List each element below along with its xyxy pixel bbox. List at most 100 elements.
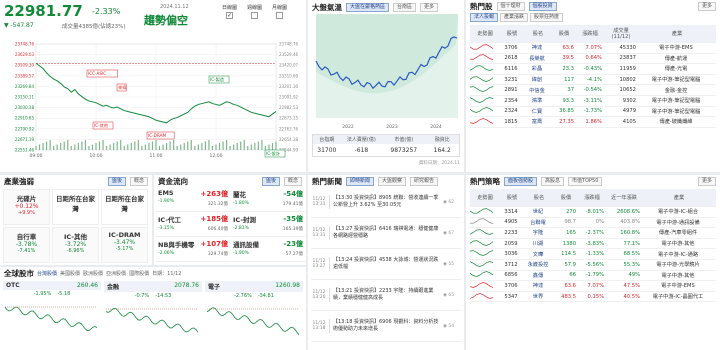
hot-row[interactable]: 2891 中信金 37 -0.54% 10652 金融-金控: [470, 85, 716, 96]
hot-row[interactable]: 6116 彩晶 23.3 -0.43% 11959 傳產-光電: [470, 64, 716, 75]
mood-tab-1[interactable]: 台南區: [393, 2, 417, 12]
hot-cell[interactable]: 2354: [500, 98, 524, 104]
flow-item[interactable]: 蘭花 -54億 -1.80% 179.41億: [231, 188, 305, 212]
news-item[interactable]: 11/12 13:18 【13:18 投資快訊】6906 現觀科：資料分析技術優勢助…: [311, 311, 461, 342]
industry-tab-1[interactable]: 概念: [129, 176, 148, 186]
news-item[interactable]: 11/12 13:27 【13:24 投資快訊】4538 大詠城：營運狀況跌逾低檔 ◉…: [311, 249, 461, 280]
hot-row[interactable]: 2354 鴻準 93.3 -3.11% 9302 電子中游-筆記型電腦: [470, 96, 716, 107]
global-tab-0[interactable]: 台灣股價: [37, 270, 57, 277]
strat-cell[interactable]: 3314: [500, 209, 524, 215]
strat-cell[interactable]: 3036: [500, 251, 524, 257]
news-headline[interactable]: 【13:27 投資快訊】6416 瑞祺電通：穩健健康各網路經營穩路: [329, 226, 441, 240]
hot-more[interactable]: 更多: [697, 1, 716, 11]
strat-row[interactable]: 3036 文曄 114.5 -1.33% 68.5% 電子中游-IC-通路: [470, 249, 716, 260]
hot-cell[interactable]: 6116: [500, 66, 524, 72]
global-tab-4[interactable]: 國際股價: [129, 270, 149, 277]
news-item[interactable]: 11/12 13:20 【13:21 投資快訊】2233 宇隆：持續跟進業績，業績穩…: [311, 280, 461, 311]
flow-item[interactable]: IC-封測 -35億 -2.81% 165.39億: [231, 213, 305, 237]
strat-cell[interactable]: 3706: [500, 283, 524, 289]
strat-row[interactable]: 2233 宇隆 165 -2.37% 160.8% 傳產-汽車零組件: [470, 228, 716, 239]
strat-cell[interactable]: 宇隆: [524, 229, 554, 236]
mood-tab-0[interactable]: 大盤在嚴格熱區: [346, 2, 390, 12]
strat-row[interactable]: 3706 神達 63.6 7.07% 47.5% 電子中游-EMS: [470, 281, 716, 292]
global-card[interactable]: OTC 260.46 -1.95% -5.18: [3, 281, 101, 343]
flow-tab-0[interactable]: 盤後: [261, 176, 280, 186]
strat-cell[interactable]: 6856: [500, 272, 524, 278]
industry-card[interactable]: 日距所在台家灣: [52, 189, 99, 225]
news-tab-1[interactable]: 大盤觀察: [378, 176, 407, 186]
news-headline[interactable]: 【13:30 投資快訊】8905 統聯：營收連續一季公新營上升 3.62% 至3…: [329, 195, 441, 209]
strat-cell[interactable]: 4905: [500, 219, 524, 225]
strat-cell[interactable]: 川湖: [524, 240, 554, 247]
news-headline[interactable]: 【13:24 投資快訊】4538 大詠城：營運狀況跌逾低檔: [329, 257, 441, 271]
strat-row[interactable]: 4905 台聯電 98.7 0% 403.8% 電子中游-通訊設備: [470, 218, 716, 229]
hot-cell[interactable]: 富喬: [524, 118, 552, 125]
news-tab-2[interactable]: 研究報告: [410, 176, 439, 186]
news-headline[interactable]: 【13:21 投資快訊】2233 宇隆：持續跟進業績，業績穩健健高成長: [329, 288, 441, 302]
hot-cell[interactable]: 緯創: [524, 76, 552, 83]
hot-sub-2[interactable]: 股票狂熱度: [530, 13, 564, 22]
period-weekly[interactable]: 週線圖: [247, 4, 262, 19]
hot-tab-1[interactable]: 個股投資: [528, 1, 557, 11]
strat-row[interactable]: 3712 永崴投控 57.9 -5.56% 55.3% 電子中游-光學鏡片: [470, 260, 716, 271]
hot-cell[interactable]: 1815: [500, 119, 524, 125]
hot-cell[interactable]: 鴻準: [524, 97, 552, 104]
hot-cell[interactable]: 3231: [500, 77, 524, 83]
hot-cell[interactable]: 神達: [524, 44, 552, 51]
flow-item[interactable]: 通訊設備 -23億 -1.90% 57.27億: [231, 238, 305, 262]
hot-cell[interactable]: 2324: [500, 108, 524, 114]
hot-cell[interactable]: 2891: [500, 87, 524, 93]
strat-cell[interactable]: 3712: [500, 262, 524, 268]
strat-cell[interactable]: 世紀: [524, 208, 554, 215]
mood-tab-2[interactable]: 更多: [420, 2, 439, 12]
news-item[interactable]: 11/12 13:31 【13:27 投資快訊】6416 瑞祺電通：穩健健康各網路經…: [311, 218, 461, 249]
strategy-tab-0[interactable]: 面板強勢股: [504, 176, 538, 186]
strat-row[interactable]: 3314 世紀 270 -8.01% 2608.6% 電子中游-IC-組合: [470, 207, 716, 218]
strat-cell[interactable]: 神達: [524, 282, 554, 289]
global-tab-2[interactable]: 歐洲股價: [83, 270, 103, 277]
industry-card[interactable]: 日距所在台家灣: [101, 189, 148, 225]
strat-cell[interactable]: 台聯電: [524, 219, 554, 226]
strat-cell[interactable]: 5347: [500, 294, 524, 300]
news-headline[interactable]: 【13:18 投資快訊】6906 現觀科：資料分析技術優勢助力未來增長: [329, 319, 441, 333]
period-monthly[interactable]: 月線圖: [272, 4, 287, 19]
industry-tab-0[interactable]: 盤後: [107, 176, 126, 186]
global-card[interactable]: 電子 1260.98 -2.76% -34.81: [205, 281, 303, 343]
strategy-tab-1[interactable]: 高股息: [541, 176, 565, 186]
hot-tab-0[interactable]: 個十理財: [496, 1, 525, 11]
flow-item[interactable]: NB與手機零 +107億 -2.06% 329.74億: [156, 238, 230, 262]
strat-cell[interactable]: 2233: [500, 230, 524, 236]
hot-cell[interactable]: 2618: [500, 55, 524, 61]
strat-cell[interactable]: 永崴投控: [524, 261, 554, 268]
hot-cell[interactable]: 3706: [500, 45, 524, 51]
strat-cell[interactable]: 世界: [524, 293, 554, 300]
hot-row[interactable]: 2324 仁寶 36.85 -1.73% 4979 電子中游-筆記型電腦: [470, 107, 716, 118]
hot-sub-0[interactable]: 法人投報: [470, 13, 499, 22]
global-tab-3[interactable]: 亞洲股價: [106, 270, 126, 277]
industry-card[interactable]: IC-DRAM -3.47% -5.17%: [101, 227, 148, 263]
strat-cell[interactable]: 2059: [500, 241, 524, 247]
hot-row[interactable]: 2618 長榮航 39.5 0.64% 23837 傳產-航運: [470, 54, 716, 65]
hot-row[interactable]: 3706 神達 63.6 7.07% 45330 電子中游-EMS: [470, 43, 716, 54]
strategy-more[interactable]: 更多: [697, 176, 716, 186]
hot-sub-1[interactable]: 產業漲跌: [500, 13, 529, 22]
industry-card[interactable]: IC-其他 -3.72% -6.96%: [52, 227, 99, 263]
strat-cell[interactable]: 文曄: [524, 251, 554, 258]
hot-cell[interactable]: 彩晶: [524, 65, 552, 72]
flow-tab-1[interactable]: 概念: [283, 176, 302, 186]
period-daily[interactable]: 日線圖 ✓: [222, 4, 237, 19]
news-item[interactable]: 11/12 13:31 【13:30 投資快訊】8905 統聯：營收連續一季公新營上…: [311, 187, 461, 218]
global-tab-1[interactable]: 美國股價: [60, 270, 80, 277]
global-card[interactable]: 金融 2078.76 -0.7% -14.53: [104, 281, 202, 343]
industry-card[interactable]: 光碟片 +0.12% +9.9%: [3, 189, 50, 225]
news-tab-0[interactable]: 即時新聞: [346, 176, 375, 186]
strat-row[interactable]: 5347 世界 483.5 0.15% 40.5% 電子中游-IC-晶圓代工: [470, 292, 716, 303]
strat-cell[interactable]: 鑫傳: [524, 272, 554, 279]
strategy-tab-2[interactable]: 市值TOP50: [568, 176, 603, 186]
industry-card[interactable]: 自行車 -3.78% -7.41%: [3, 227, 50, 263]
flow-item[interactable]: IC-代工 +185億 -3.15% 606.40億: [156, 213, 230, 237]
flow-item[interactable]: EMS +263億 -1.90% 321.32億: [156, 188, 230, 212]
strat-row[interactable]: 6856 鑫傳 66 -1.79% 49% 電子中游-其他: [470, 271, 716, 282]
hot-row[interactable]: 3231 緯創 117 -4.1% 10802 電子中游-筆記型電腦: [470, 75, 716, 86]
strat-row[interactable]: 2059 川湖 1380 -3.83% 77.1% 電子中游-其他: [470, 239, 716, 250]
